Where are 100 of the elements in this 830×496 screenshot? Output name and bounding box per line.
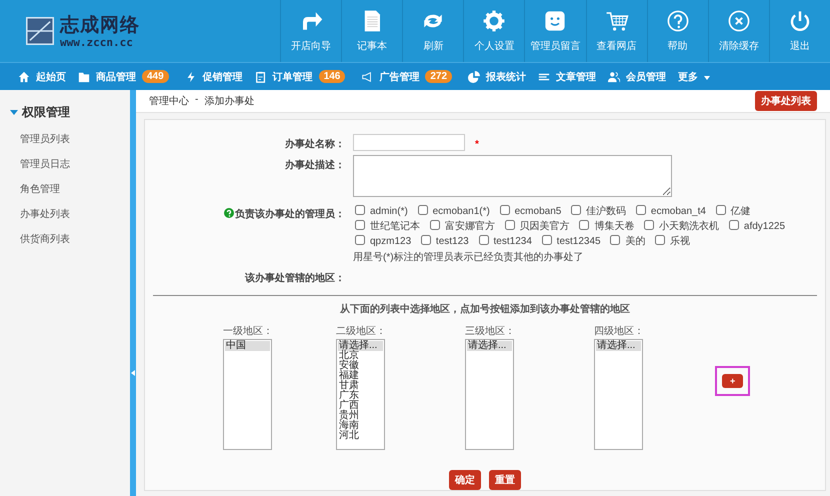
checkbox-label[interactable]: 乐视	[670, 236, 690, 247]
checkbox[interactable]	[644, 220, 654, 230]
required-mark: *	[475, 139, 479, 150]
hint-text: 用星号(*)标注的管理员表示已经负责其他的办事处了	[353, 250, 585, 264]
list-option[interactable]: 请选择...	[338, 341, 383, 351]
breadcrumb-separator: -	[195, 94, 198, 107]
smiley-icon	[543, 9, 568, 33]
checkbox[interactable]	[636, 205, 646, 215]
checkbox-label[interactable]: 世纪笔记本	[370, 221, 420, 232]
checkbox-label[interactable]: 富安娜官方	[444, 221, 495, 232]
form-button[interactable]: 确定	[449, 470, 481, 490]
field-label: 办事处名称：	[285, 138, 345, 151]
region-list-box[interactable]: 请选择...	[465, 339, 514, 450]
list-option[interactable]: 北京	[338, 351, 383, 361]
field-label: 负责该办事处的管理员：	[235, 208, 345, 221]
add-button[interactable]: +	[722, 374, 744, 388]
settings-icon	[482, 9, 506, 33]
list-label: 一级地区：	[223, 324, 274, 338]
checkbox-label[interactable]: afdy1225	[744, 221, 786, 232]
nav-link[interactable]: 商品管理	[78, 70, 136, 84]
help-icon	[666, 9, 690, 33]
checkbox[interactable]	[430, 220, 440, 230]
list-option[interactable]: 请选择...	[596, 341, 641, 351]
checkbox[interactable]	[420, 235, 431, 245]
help-icon[interactable]	[224, 208, 234, 218]
bolt-icon	[184, 70, 197, 82]
description-text-area[interactable]	[353, 155, 672, 197]
checkbox-label[interactable]: ecmoban_t4	[650, 206, 706, 217]
checkbox[interactable]	[478, 235, 489, 245]
checkbox-label[interactable]: qpzm123	[370, 236, 412, 247]
form-button[interactable]: 重置	[489, 470, 521, 490]
sidebar-item[interactable]: 角色管理	[10, 177, 130, 202]
nav-link[interactable]: 会员管理	[608, 70, 666, 84]
region-list-box[interactable]: 请选择...	[594, 339, 643, 450]
checkbox-label[interactable]: 美的	[625, 236, 646, 247]
checkbox[interactable]	[610, 235, 620, 245]
cart-icon	[604, 9, 629, 33]
checkbox[interactable]	[355, 235, 365, 245]
checkbox-label[interactable]: 小天鹅洗衣机	[659, 221, 720, 232]
region-list-box[interactable]: 中国	[223, 339, 272, 450]
checkbox[interactable]	[418, 205, 428, 215]
home-icon	[18, 70, 30, 82]
checkbox[interactable]	[500, 205, 510, 215]
checkbox[interactable]	[571, 205, 582, 215]
list-label: 三级地区：	[465, 324, 516, 338]
breadcrumb-item[interactable]: 管理中心	[149, 94, 189, 108]
list-option[interactable]: 福建	[338, 371, 383, 381]
checkbox-label[interactable]: 亿健	[730, 206, 751, 217]
sidebar-heading[interactable]: 权限管理	[10, 104, 130, 121]
list-option[interactable]: 中国	[225, 341, 270, 351]
list-label: 四级地区：	[594, 324, 645, 338]
checkbox[interactable]	[542, 235, 552, 245]
nav-link[interactable]: 文章管理	[538, 70, 596, 84]
sidebar-title: 权限管理	[22, 104, 70, 121]
field-label: 办事处描述：	[285, 158, 345, 172]
nav-link[interactable]: 广告管理	[361, 70, 420, 84]
clipboard-icon	[254, 70, 267, 82]
checkbox[interactable]	[728, 220, 739, 230]
list-option[interactable]: 河北	[338, 431, 383, 441]
nav-link[interactable]: 促销管理	[184, 70, 243, 84]
megaphone-icon	[361, 70, 374, 82]
sidebar-item[interactable]: 管理员列表	[10, 127, 130, 152]
nav-link[interactable]: 订单管理	[254, 70, 313, 84]
logo-url: www.zccn.cc	[60, 36, 134, 48]
nav-link[interactable]: 报表统计	[468, 70, 526, 84]
checkbox-label[interactable]: admin(*)	[370, 206, 408, 217]
checkbox-label[interactable]: 佳沪数码	[586, 206, 626, 217]
nav-link[interactable]: 起始页	[18, 70, 66, 84]
checkbox[interactable]	[716, 205, 726, 215]
nav-link[interactable]: 更多	[678, 70, 710, 84]
breadcrumb-item: 添加办事处	[204, 94, 254, 108]
sidebar-item[interactable]: 管理员日志	[10, 152, 130, 177]
checkbox-label[interactable]: test1234	[494, 236, 532, 247]
checkbox[interactable]	[655, 235, 666, 245]
checkbox[interactable]	[355, 205, 365, 215]
list-option[interactable]: 贵州	[338, 411, 383, 421]
name-input-field[interactable]	[353, 134, 465, 151]
checkbox-label[interactable]: 博集天卷	[594, 221, 634, 232]
checkbox[interactable]	[504, 220, 515, 230]
list-option[interactable]: 广西	[338, 401, 383, 411]
checkbox-label[interactable]: 贝因美官方	[520, 221, 570, 232]
region-list-box[interactable]: 请选择... 北京 安徽 福建 甘肃 广东 广西 贵州 海南 河北	[336, 339, 385, 450]
list-option[interactable]: 安徽	[338, 361, 383, 371]
sidebar-item[interactable]: 供货商列表	[10, 227, 130, 252]
count-badge: 449	[142, 70, 169, 83]
office-list-button[interactable]: 办事处列表	[755, 91, 817, 111]
checkbox-label[interactable]: ecmoban1(*)	[432, 206, 490, 217]
checkbox-label[interactable]: test12345	[556, 236, 601, 247]
list-option[interactable]: 甘肃	[338, 381, 383, 391]
list-option[interactable]: 广东	[338, 391, 383, 401]
pie-chart-icon	[468, 70, 480, 82]
checkbox-label[interactable]: ecmoban5	[514, 206, 562, 217]
sidebar-item[interactable]: 办事处列表	[10, 202, 130, 227]
checkbox[interactable]	[355, 220, 365, 230]
checkbox-label[interactable]: test123	[436, 236, 469, 247]
list-option[interactable]: 请选择...	[467, 341, 512, 351]
list-option[interactable]: 海南	[338, 421, 383, 431]
list-label: 二级地区：	[336, 324, 387, 338]
logo-name: 志成网络	[60, 14, 140, 36]
checkbox[interactable]	[579, 220, 590, 230]
